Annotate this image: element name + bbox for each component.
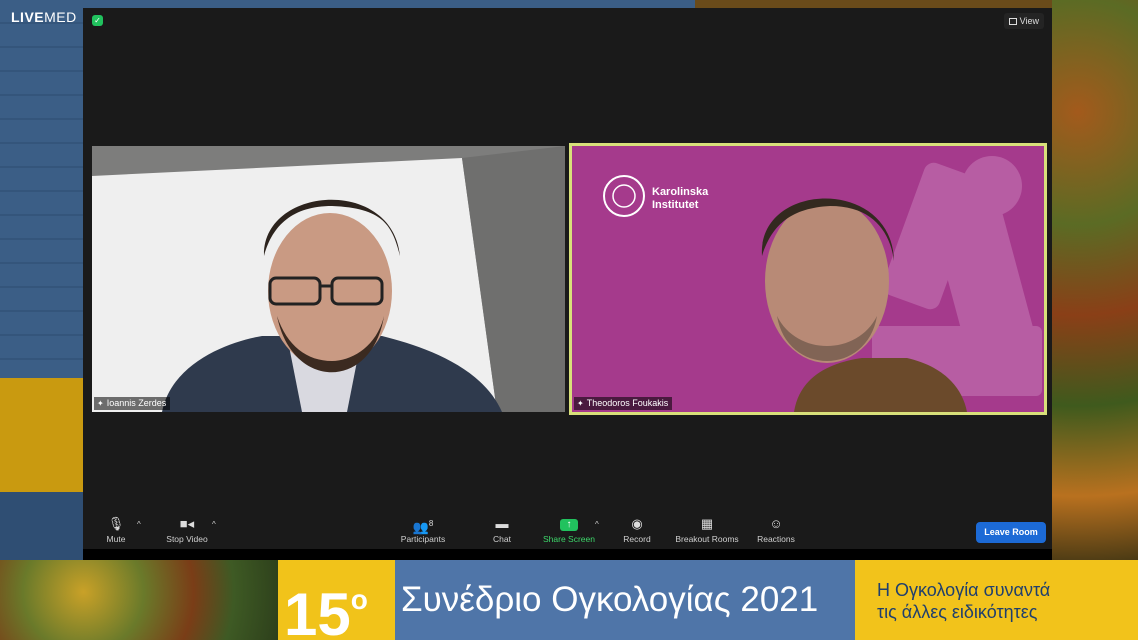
banner-tagline: Η Ογκολογία συναντά τις άλλες ειδικότητε… <box>855 560 1138 640</box>
background-gold-block <box>0 378 83 492</box>
pin-icon: ✦ <box>577 399 584 408</box>
record-icon: ◉ <box>631 516 643 531</box>
share-screen-button[interactable]: ↑ Share Screen <box>541 514 597 548</box>
logo-light: MED <box>44 9 77 25</box>
participants-label: Participants <box>400 534 446 544</box>
reactions-button[interactable]: ☺ Reactions <box>754 514 798 548</box>
leave-room-button[interactable]: Leave Room <box>976 522 1046 543</box>
view-button[interactable]: View <box>1003 13 1044 29</box>
background-left-bottom <box>0 492 83 560</box>
breakout-rooms-icon: ▦ <box>700 516 714 531</box>
banner-edition-number: 15ο <box>278 560 395 640</box>
banner-tagline-line1: Η Ογκολογία συναντά <box>877 580 1051 600</box>
participant-name-2: ✦ Theodoros Foukakis <box>574 397 673 410</box>
livemed-logo: LIVEMED <box>11 9 77 25</box>
banner-number: 15 <box>284 581 351 640</box>
video-feed-2 <box>572 146 1044 412</box>
background-right-artwork <box>1052 0 1138 560</box>
reactions-label: Reactions <box>757 534 795 544</box>
share-screen-label: Share Screen <box>543 534 595 544</box>
mute-button[interactable]: 🎙 Mute <box>99 514 133 548</box>
chat-label: Chat <box>493 534 511 544</box>
mute-label: Mute <box>106 534 126 544</box>
participants-button[interactable]: 👥8 Participants <box>397 514 449 548</box>
zoom-meeting-window: ✓ View ✦ Ioannis Zerdes Karolinska Insti… <box>83 8 1052 549</box>
video-feed-1 <box>92 146 565 412</box>
video-tile-ioannis[interactable]: ✦ Ioannis Zerdes <box>92 146 565 412</box>
screen: LIVEMED ✓ View ✦ Ioannis Zerdes Karolins… <box>0 0 1138 640</box>
participants-icon: 👥8 <box>412 519 434 535</box>
chat-button[interactable]: ▬ Chat <box>487 514 517 548</box>
mute-options-caret[interactable]: ^ <box>137 520 141 529</box>
stop-video-label: Stop Video <box>166 534 208 544</box>
banner-tagline-line2: τις άλλες ειδικότητες <box>877 602 1038 622</box>
chat-icon: ▬ <box>495 516 509 531</box>
record-label: Record <box>623 534 651 544</box>
background-top-strip <box>83 0 695 8</box>
video-options-caret[interactable]: ^ <box>212 520 216 529</box>
conference-banner: 15ο Συνέδριο Ογκολογίας 2021 Η Ογκολογία… <box>0 560 1138 640</box>
karolinska-logo: Karolinska Institutet <box>652 186 709 211</box>
reactions-icon: ☺ <box>769 516 783 531</box>
participant-name-1: ✦ Ioannis Zerdes <box>94 397 171 410</box>
participant-name-text-1: Ioannis Zerdes <box>106 398 167 408</box>
banner-artwork <box>0 560 278 640</box>
banner-title: Συνέδριο Ογκολογίας 2021 <box>395 560 855 640</box>
record-button[interactable]: ◉ Record <box>621 514 653 548</box>
view-label: View <box>1019 16 1039 26</box>
microphone-icon: 🎙 <box>107 516 125 531</box>
participants-count: 8 <box>428 519 434 528</box>
breakout-rooms-button[interactable]: ▦ Breakout Rooms <box>672 514 742 548</box>
banner-degree: ο <box>350 584 368 615</box>
meeting-toolbar: 🎙 Mute ^ ■◂ Stop Video ^ 👥8 Participants… <box>83 511 1052 549</box>
shield-icon[interactable]: ✓ <box>92 15 103 26</box>
logo-bold: LIVE <box>11 9 45 25</box>
stop-video-button[interactable]: ■◂ Stop Video <box>161 514 213 548</box>
video-tile-theodoros[interactable]: Karolinska Institutet ✦ Theodoros Foukakis <box>569 143 1047 415</box>
breakout-rooms-label: Breakout Rooms <box>675 534 739 544</box>
participant-name-text-2: Theodoros Foukakis <box>586 398 669 408</box>
share-options-caret[interactable]: ^ <box>595 520 599 529</box>
grid-icon <box>1008 18 1017 25</box>
share-screen-icon: ↑ <box>541 514 597 534</box>
camera-icon: ■◂ <box>179 516 195 531</box>
pin-icon: ✦ <box>97 399 104 408</box>
